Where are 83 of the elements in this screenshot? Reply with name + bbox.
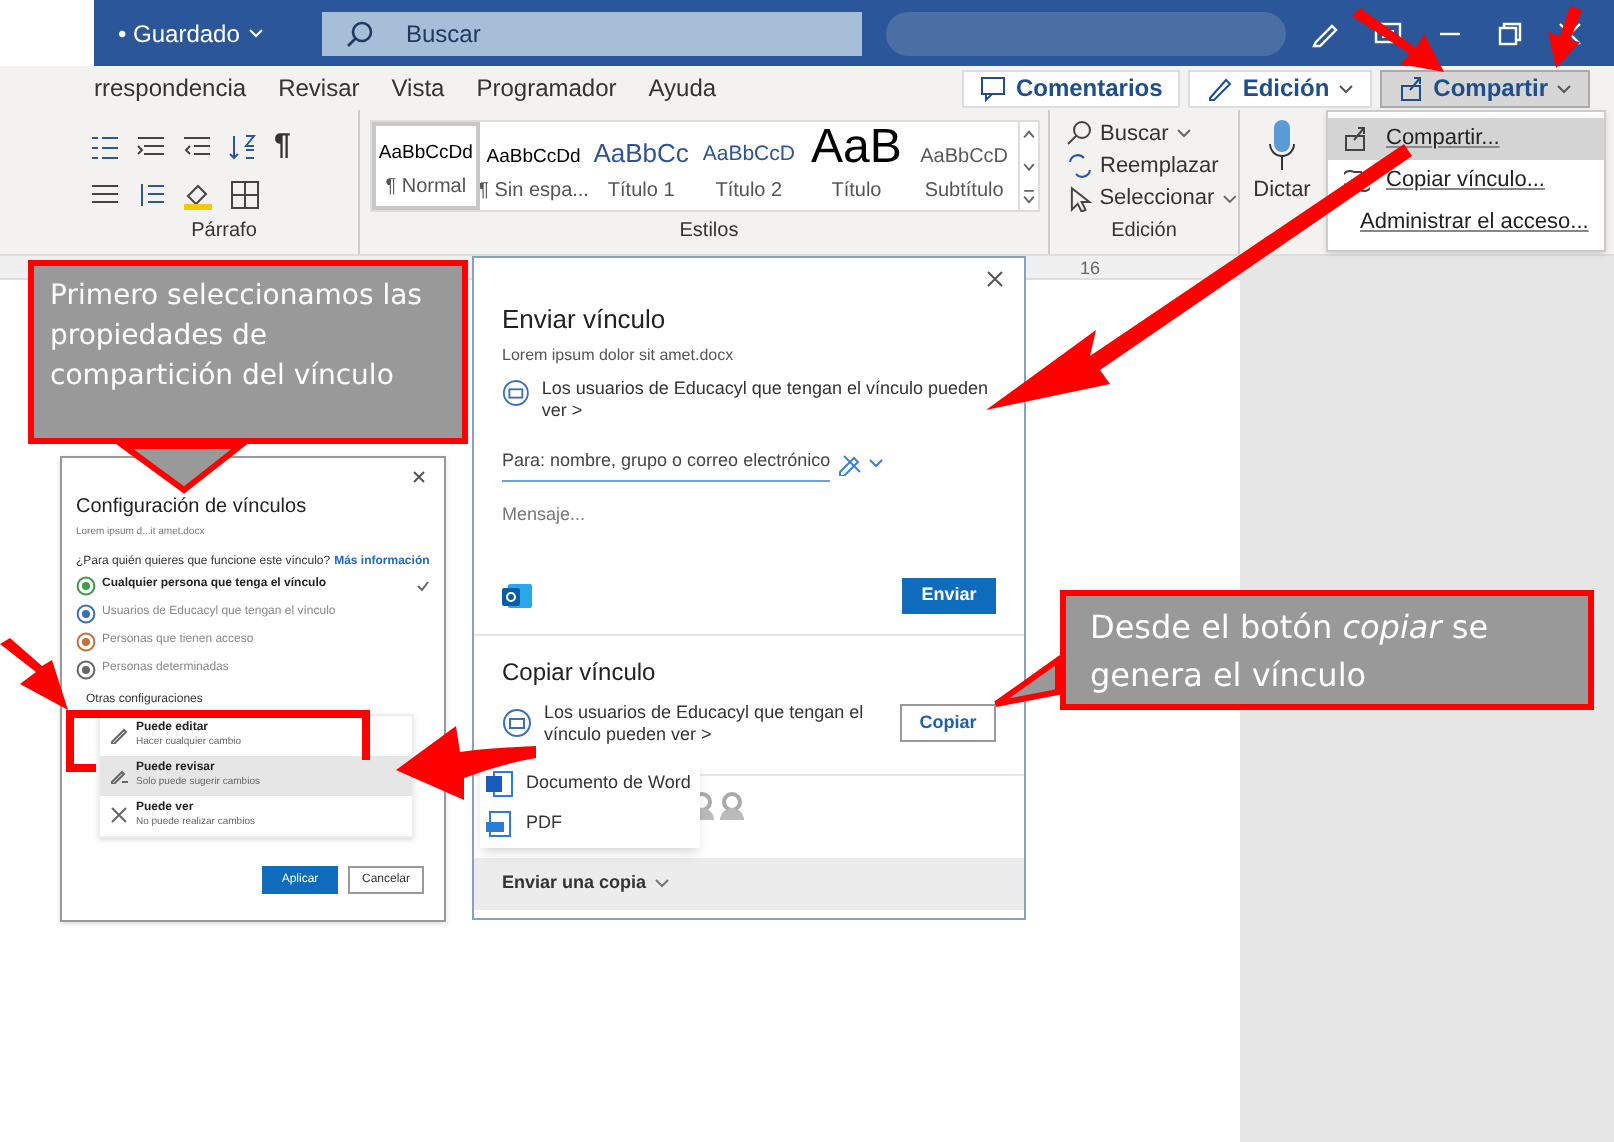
close-button[interactable] [412,470,426,484]
copy-button[interactable]: Copiar [900,704,996,742]
section-title: Copiar vínculo [502,655,658,689]
dialog-title: Configuración de vínculos [76,494,309,522]
send-button[interactable]: Enviar [902,577,996,613]
style-option[interactable]: AaBbCcD Título 2 [695,122,803,210]
cross-icon [110,806,128,824]
mode-button[interactable]: Edición [1188,69,1372,107]
style-option[interactable]: AaBbCcD Subtítulo [910,122,1018,210]
callout-tail [993,654,1061,707]
list-icon [90,131,120,161]
shading-icon [182,179,214,209]
share-icon [1344,126,1370,152]
line-spacing-icon [136,179,166,209]
style-option[interactable]: AaBbCcDd ¶ Sin espa... [479,122,588,210]
pointer-arrow [1352,8,1444,72]
pencil-icon [110,766,128,784]
menu-item[interactable]: Compartir... [1328,118,1604,160]
group-icon [502,377,530,407]
callout-box: Desde el botón copiar se genera el vínculo [1060,590,1594,710]
close-icon [986,270,1004,288]
style-option[interactable]: AaBbCc Título 1 [587,122,695,210]
find-button[interactable]: Buscar [1066,118,1238,149]
ribbon-tab[interactable]: Ayuda [632,70,733,106]
replace-icon [1066,152,1092,179]
pencil-icon [110,726,128,744]
close-button[interactable] [986,270,1004,288]
chevron-down-icon [1337,83,1354,93]
chevron-down-icon [1556,83,1572,93]
group-label: Estilos [677,218,741,246]
message-field[interactable]: Mensaje... [502,501,996,529]
menu-item[interactable]: Administrar el acceso... [1328,202,1604,244]
justify-icon [90,179,120,209]
pointer-arrow [0,638,68,710]
dialog-title: Enviar vínculo [502,302,668,338]
mail-app-icon [502,579,534,611]
ribbon-tab[interactable]: Vista [375,70,461,106]
person-icon [718,791,746,819]
chevron-down-icon [1176,128,1193,139]
permission-link[interactable]: Los usuarios de Educacyl que tengan el vínculo pueden ver > [544,701,864,745]
borders-icon [230,179,260,209]
group-icon [502,708,532,738]
search-field[interactable]: Buscar [322,11,862,55]
share-icon [1397,74,1426,102]
decrease-indent-icon [136,131,166,161]
comments-button[interactable]: Comentarios [961,69,1181,107]
microphone-icon [1266,118,1298,174]
group-label: Edición [1109,218,1179,246]
group-label: Párrafo [189,218,259,246]
share-button[interactable]: Compartir [1379,69,1590,107]
pilcrow-button[interactable]: ¶ [274,123,291,169]
pdf-document-icon [486,810,514,838]
dictate-button[interactable]: Dictar [1240,110,1324,254]
pointer-arrow [1548,6,1582,68]
style-option[interactable]: AaB Título [802,122,911,210]
ribbon-tab[interactable]: Revisar [262,70,376,106]
ribbon-tab[interactable]: Programador [460,70,633,106]
close-icon [412,470,426,484]
replace-button[interactable]: Reemplazar [1066,150,1238,182]
recipient-field[interactable]: Para: nombre, grupo o correo electrónico [502,445,831,481]
pencil-icon [1206,74,1235,102]
chevron-down-icon [1222,193,1238,204]
permission-link[interactable]: Los usuarios de Educacyl que tengan el vínculo pueden ver > [541,377,996,421]
select-button[interactable]: Seleccionar [1066,183,1238,214]
pen-icon [1310,19,1338,47]
pen-dropdown-icon [838,451,887,475]
word-document-icon [486,770,514,798]
file-name: Lorem ipsum dolor sit amet.docx [502,343,736,367]
menu-item[interactable]: PDF [480,804,700,844]
sort-icon [228,131,258,161]
send-copy-button[interactable]: Enviar una copia [474,858,1024,910]
ruler-mark: 16 [1079,256,1100,278]
style-option[interactable]: AaBbCcDd ¶ Normal [372,122,480,210]
ribbon-tab[interactable]: rrespondencia [0,70,263,106]
search-icon [1066,120,1092,147]
search-icon [346,19,374,47]
cursor-icon [1066,185,1092,212]
restore-icon [1498,21,1522,45]
increase-indent-icon [182,131,212,161]
chevron-down-icon [654,878,671,890]
chevron-down-icon [247,28,264,38]
comment-icon [979,74,1008,102]
save-status[interactable]: • Guardado [118,15,240,51]
